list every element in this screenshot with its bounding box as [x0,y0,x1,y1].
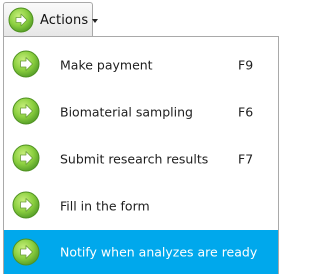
actions-menu-widget: Actions Make payment F9 Biomaterial samp… [0,0,280,277]
menu-item-make-payment[interactable]: Make payment F9 [4,42,278,87]
arrow-right-circle-icon [12,97,40,125]
actions-button-label: Actions [40,12,89,28]
menu-item-submit-research-results[interactable]: Submit research results F7 [4,136,278,181]
menu-item-label: Submit research results [60,151,209,166]
menu-item-shortcut: F7 [238,151,254,166]
actions-button[interactable]: Actions [3,2,99,37]
menu-item-shortcut: F9 [238,57,254,72]
menu-item-shortcut: F6 [238,104,254,119]
menu-item-label: Make payment [60,57,153,72]
menu-item-label: Biomaterial sampling [60,104,193,119]
menu-item-biomaterial-sampling[interactable]: Biomaterial sampling F6 [4,89,278,134]
arrow-right-circle-icon [8,7,34,33]
chevron-down-icon [92,19,99,23]
arrow-right-circle-icon [12,238,40,266]
arrow-right-circle-icon [12,144,40,172]
arrow-right-circle-icon [12,191,40,219]
menu-item-fill-in-form[interactable]: Fill in the form [4,183,278,228]
arrow-right-circle-icon [12,50,40,78]
menu-item-notify-analyzes-ready[interactable]: Notify when analyzes are ready [4,230,278,274]
menu-item-label: Fill in the form [60,198,150,213]
actions-dropdown-menu: Make payment F9 Biomaterial sampling F6 … [3,36,279,274]
menu-item-label: Notify when analyzes are ready [60,244,258,260]
